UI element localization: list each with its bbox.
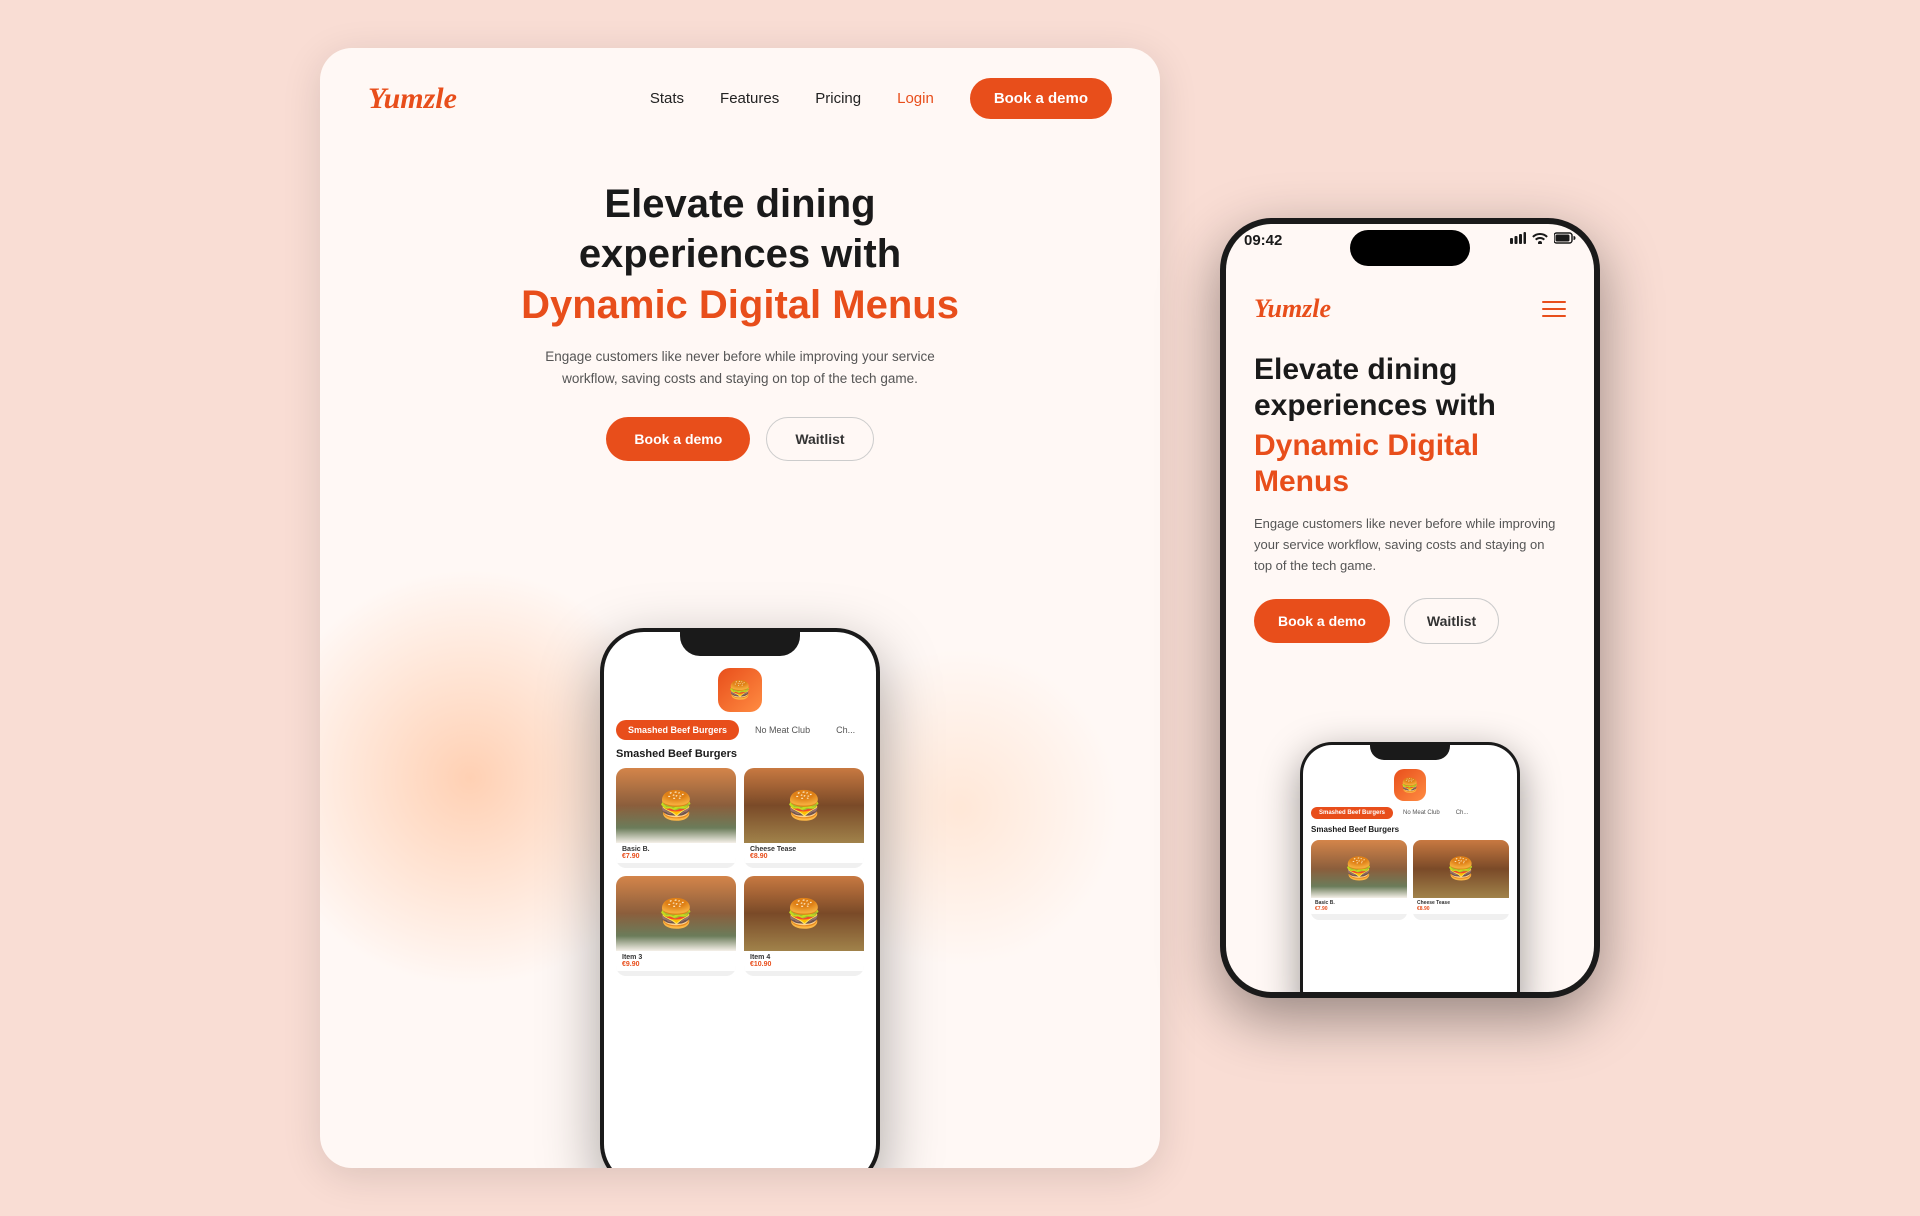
food-name-3: Item 3: [622, 954, 730, 961]
food-price-3: €9.90: [622, 961, 730, 968]
wifi-icon: [1532, 232, 1548, 247]
tab-nomeat[interactable]: No Meat Club: [745, 720, 820, 740]
nested-food-card-2: 🍔 Cheese Tease €8.90: [1413, 840, 1509, 920]
nested-food-image-1: 🍔: [1311, 840, 1407, 898]
food-card-3: 🍔 Item 3 €9.90: [616, 876, 736, 976]
hero-title-black: Elevate dining experiences with: [400, 179, 1080, 279]
food-name-2: Cheese Tease: [750, 846, 858, 853]
phone-notch: [680, 628, 800, 656]
hamburger-line-2: [1542, 308, 1566, 310]
nested-burger-icon: 🍔: [1401, 777, 1418, 794]
desktop-hero: Elevate dining experiences with Dynamic …: [320, 119, 1160, 461]
hero-book-demo-button[interactable]: Book a demo: [606, 417, 750, 461]
nav-book-demo-button[interactable]: Book a demo: [970, 78, 1112, 119]
nav-features[interactable]: Features: [720, 90, 779, 107]
hamburger-line-1: [1542, 301, 1566, 303]
hero-buttons: Book a demo Waitlist: [400, 417, 1080, 461]
nested-food-card-1: 🍔 Basic B. €7.90: [1311, 840, 1407, 920]
mobile-screen: Yumzle Elevate dining experiences with D…: [1226, 224, 1594, 992]
hero-waitlist-button[interactable]: Waitlist: [766, 417, 873, 461]
food-image-3: 🍔: [616, 876, 736, 951]
nested-tabs: Smashed Beef Burgers No Meat Club Ch...: [1303, 807, 1517, 825]
nested-tab-other[interactable]: Ch...: [1450, 807, 1475, 819]
hero-title-orange: Dynamic Digital Menus: [400, 283, 1080, 328]
hero-subtitle: Engage customers like never before while…: [530, 346, 950, 389]
nested-food-price-1: €7.90: [1315, 906, 1403, 912]
signal-icon: [1510, 232, 1526, 247]
nested-phone: 🍔 Smashed Beef Burgers No Meat Club Ch..…: [1300, 742, 1520, 992]
nested-app-logo: 🍔: [1394, 769, 1426, 801]
tab-smashed[interactable]: Smashed Beef Burgers: [616, 720, 739, 740]
battery-icon: [1554, 232, 1576, 247]
food-price-4: €10.90: [750, 961, 858, 968]
mobile-hero-subtitle: Engage customers like never before while…: [1254, 514, 1566, 576]
nav-stats[interactable]: Stats: [650, 90, 684, 107]
food-image-4: 🍔: [744, 876, 864, 951]
mobile-hero-title-orange: Dynamic Digital Menus: [1254, 428, 1566, 500]
tab-other[interactable]: Ch...: [826, 720, 865, 740]
nested-food-image-2: 🍔: [1413, 840, 1509, 898]
nested-phone-screen: 🍔 Smashed Beef Burgers No Meat Club Ch..…: [1303, 745, 1517, 992]
nav-pricing[interactable]: Pricing: [815, 90, 861, 107]
app-section-title: Smashed Beef Burgers: [604, 748, 876, 768]
dynamic-island: [1350, 230, 1470, 266]
nav-links: Stats Features Pricing Login Book a demo: [650, 78, 1112, 119]
phone-screen: 🍔 Smashed Beef Burgers No Meat Club Ch..…: [604, 632, 876, 1168]
food-grid: 🍔 Basic B. €7.90 🍔 Cheese Tease €8.90 🍔: [604, 768, 876, 976]
mobile-hero-buttons: Book a demo Waitlist: [1254, 598, 1566, 644]
nested-section-title: Smashed Beef Burgers: [1303, 825, 1517, 840]
nested-phone-notch: [1370, 742, 1450, 760]
app-logo: 🍔: [718, 668, 762, 712]
desktop-logo: Yumzle: [368, 82, 457, 116]
app-tabs: Smashed Beef Burgers No Meat Club Ch...: [604, 720, 876, 748]
nav-login[interactable]: Login: [897, 90, 934, 107]
desktop-card: Yumzle Stats Features Pricing Login Book…: [320, 48, 1160, 1168]
mobile-hero-title-black: Elevate dining experiences with: [1254, 352, 1566, 424]
mobile-hero: Elevate dining experiences with Dynamic …: [1226, 324, 1594, 644]
burger-icon: 🍔: [729, 680, 751, 701]
nested-food-grid: 🍔 Basic B. €7.90 🍔 Cheese Tease €8.90: [1303, 840, 1517, 920]
food-card-2: 🍔 Cheese Tease €8.90: [744, 768, 864, 868]
food-image-2: 🍔: [744, 768, 864, 843]
food-card-4: 🍔 Item 4 €10.90: [744, 876, 864, 976]
desktop-nav: Yumzle Stats Features Pricing Login Book…: [320, 48, 1160, 119]
food-name-4: Item 4: [750, 954, 858, 961]
status-icons: [1510, 232, 1576, 247]
mobile-book-demo-button[interactable]: Book a demo: [1254, 599, 1390, 643]
food-price-2: €8.90: [750, 853, 858, 860]
food-name-1: Basic B.: [622, 846, 730, 853]
food-price-1: €7.90: [622, 853, 730, 860]
food-card-1: 🍔 Basic B. €7.90: [616, 768, 736, 868]
nested-food-price-2: €8.90: [1417, 906, 1505, 912]
status-time: 09:42: [1244, 232, 1282, 249]
mobile-phone: 09:42 Yumzle Elevate d: [1220, 218, 1600, 998]
hamburger-menu-button[interactable]: [1542, 301, 1566, 317]
desktop-phone-mockup: 🍔 Smashed Beef Burgers No Meat Club Ch..…: [600, 628, 880, 1168]
hamburger-line-3: [1542, 315, 1566, 317]
mobile-logo: Yumzle: [1254, 294, 1331, 324]
nested-tab-smashed[interactable]: Smashed Beef Burgers: [1311, 807, 1393, 819]
nested-tab-nomeat[interactable]: No Meat Club: [1397, 807, 1446, 819]
mobile-waitlist-button[interactable]: Waitlist: [1404, 598, 1499, 644]
food-image-1: 🍔: [616, 768, 736, 843]
